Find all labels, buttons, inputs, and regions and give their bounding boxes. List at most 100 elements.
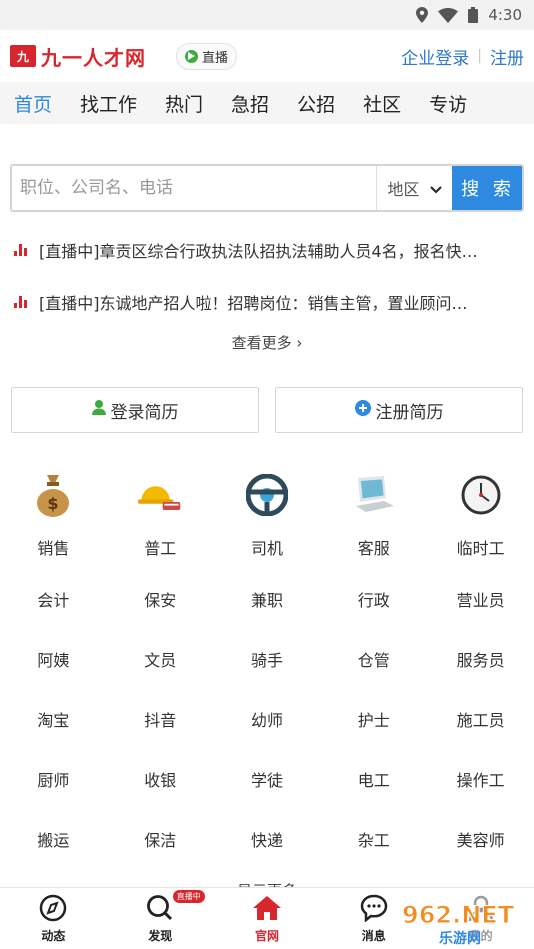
user-icon [91,400,106,420]
register-link[interactable]: 注册 [490,44,524,69]
watermark-subtext: 乐游网 [439,930,481,947]
category-item[interactable]: 美容师 [427,819,534,879]
search-bar: 地区 搜 索 [10,164,524,212]
chat-icon [360,894,388,925]
category-item[interactable]: 学徒 [214,759,321,819]
category-item[interactable]: 幼师 [214,699,321,759]
category-sales[interactable]: $ 销售 [0,473,107,579]
status-bar: 4:30 [0,0,534,30]
tab-label: 动态 [41,928,66,943]
category-worker[interactable]: 普工 [107,473,214,579]
category-label: 销售 [37,539,70,558]
category-item[interactable]: 仓管 [320,639,427,699]
compass-icon [39,894,67,925]
nav-tab-urgent[interactable]: 急招 [231,90,269,117]
nav-tab-find-job[interactable]: 找工作 [80,90,137,117]
category-temporary[interactable]: 临时工 [427,473,534,579]
feed-item[interactable]: [直播中]章贡区综合行政执法队招执法辅助人员4名，报名快… [14,236,520,263]
header-separator: | [477,48,482,64]
feed-item-text: [直播中]章贡区综合行政执法队招执法辅助人员4名，报名快… [39,241,478,261]
clock-icon [459,473,503,517]
search-input[interactable] [12,166,376,210]
category-item[interactable]: 杂工 [320,819,427,879]
category-customer-service[interactable]: 客服 [320,473,427,579]
watermark-text: 962.NET [402,901,515,929]
steering-wheel-icon [245,473,289,517]
site-logo[interactable]: 九 九一人才网 [10,42,146,71]
see-more-link[interactable]: 查看更多 › [14,332,520,353]
category-item[interactable]: 护士 [320,699,427,759]
job-category-grid: $ 销售 普工 司机 客服 临时工 会计 保安 兼职 行政 营业员 阿姨 文员 … [0,473,534,879]
plus-circle-icon [354,399,371,421]
hardhat-icon [138,473,182,517]
register-resume-label: 注册简历 [375,402,444,423]
nav-tab-community[interactable]: 社区 [363,90,401,117]
category-item[interactable]: 抖音 [107,699,214,759]
category-item[interactable]: 施工员 [427,699,534,759]
category-item[interactable]: 电工 [320,759,427,819]
live-badge: 直播中 [172,890,205,903]
tab-official-site[interactable]: 官网 [214,888,321,949]
category-item[interactable]: 保洁 [107,819,214,879]
category-item[interactable]: 会计 [0,579,107,639]
login-resume-button[interactable]: 登录简历 [11,387,259,433]
play-icon [185,49,198,63]
category-item[interactable]: 行政 [320,579,427,639]
region-label: 地区 [387,180,420,199]
nav-tab-interview[interactable]: 专访 [429,90,467,117]
feed-item-text: [直播中]东诚地产招人啦！招聘岗位：销售主管，置业顾问… [39,293,468,313]
search-icon [146,894,174,925]
search-button[interactable]: 搜 索 [452,166,522,210]
category-item[interactable]: 兼职 [214,579,321,639]
logo-text: 九一人才网 [41,45,146,70]
register-resume-button[interactable]: 注册简历 [275,387,523,433]
category-item[interactable]: 保安 [107,579,214,639]
region-select[interactable]: 地区 [376,166,452,210]
home-icon [252,894,282,925]
main-nav: 首页 找工作 热门 急招 公招 社区 专访 [0,82,534,124]
live-bars-icon [14,243,27,256]
live-label: 直播 [202,50,229,66]
resume-actions: 登录简历 注册简历 [0,387,534,433]
tab-label: 消息 [361,928,386,943]
nav-tab-home[interactable]: 首页 [14,90,52,117]
live-feed: [直播中]章贡区综合行政执法队招执法辅助人员4名，报名快… [直播中]东诚地产招… [0,236,534,353]
category-item[interactable]: 淘宝 [0,699,107,759]
watermark-logo: 962.NET 乐游网 [394,891,528,947]
live-button[interactable]: 直播 [176,42,238,70]
category-item[interactable]: 骑手 [214,639,321,699]
category-item[interactable]: 营业员 [427,579,534,639]
status-time: 4:30 [488,6,522,24]
computer-icon [352,473,396,517]
category-item[interactable]: 收银 [107,759,214,819]
svg-text:$: $ [48,494,59,513]
company-login-link[interactable]: 企业登录 [401,44,469,69]
category-item[interactable]: 操作工 [427,759,534,819]
logo-mark: 九 [10,45,36,67]
tab-label: 发现 [148,928,173,943]
category-label: 司机 [250,539,283,558]
location-icon [416,7,429,23]
category-label: 普工 [144,539,177,558]
feed-item[interactable]: [直播中]东诚地产招人啦！招聘岗位：销售主管，置业顾问… [14,288,520,315]
money-bag-icon: $ [31,473,75,517]
category-item[interactable]: 服务员 [427,639,534,699]
tab-feed[interactable]: 动态 [0,888,107,949]
battery-icon [468,7,479,23]
category-item[interactable]: 快递 [214,819,321,879]
live-bars-icon [14,295,27,308]
category-item[interactable]: 文员 [107,639,214,699]
category-item[interactable]: 厨师 [0,759,107,819]
tab-label: 官网 [254,928,279,943]
login-resume-label: 登录简历 [110,402,179,423]
nav-tab-hot[interactable]: 热门 [165,90,203,117]
chevron-down-icon [429,179,442,198]
category-item[interactable]: 搬运 [0,819,107,879]
nav-tab-public[interactable]: 公招 [297,90,335,117]
tab-discover[interactable]: 发现 直播中 [107,888,214,949]
wifi-icon [438,7,459,23]
category-item[interactable]: 阿姨 [0,639,107,699]
category-label: 客服 [357,539,390,558]
app-header: 九 九一人才网 直播 企业登录 | 注册 [0,30,534,82]
category-driver[interactable]: 司机 [214,473,321,579]
